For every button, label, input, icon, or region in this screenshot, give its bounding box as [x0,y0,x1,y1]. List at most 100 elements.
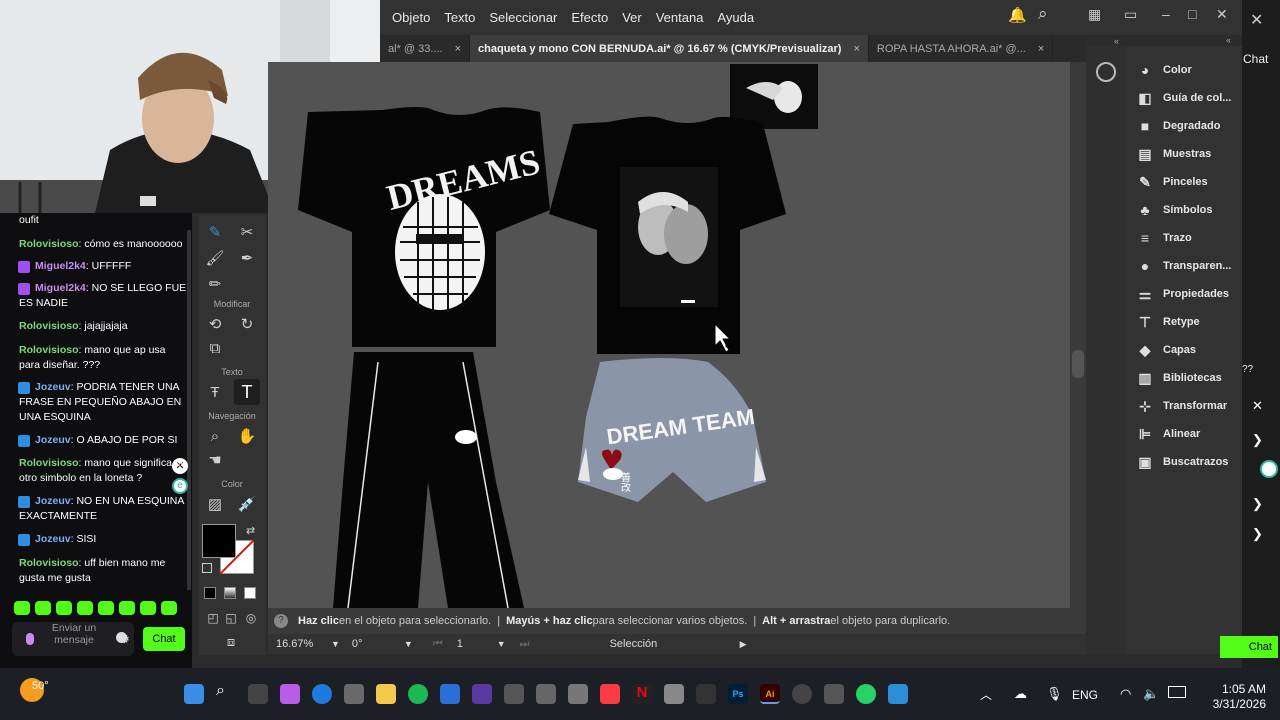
menu-objeto[interactable]: Objeto [385,10,437,25]
extension-icon[interactable] [1260,460,1278,478]
chevron-down-icon[interactable]: ▼ [331,639,340,649]
collapse-panels-icon[interactable]: « [1226,35,1231,45]
close-tab-icon[interactable]: × [1038,43,1044,55]
cloud-icon[interactable]: ☁ [1014,686,1027,702]
panel-item-5[interactable]: ✎ Pinceles [1136,174,1208,190]
close-icon[interactable]: ✕ [1252,398,1263,414]
chat-scrollbar[interactable] [187,230,191,590]
chat-username[interactable]: Rolovisioso [19,238,79,250]
chat-username[interactable]: Jozeuv [35,495,71,507]
panel-item-3[interactable]: ■ Degradado [1136,118,1221,134]
draw-behind-icon[interactable]: ◱ [220,607,242,629]
menu-texto[interactable]: Texto [437,10,482,25]
chat-username[interactable]: Miguel2k4 [35,282,86,294]
panel-item-6[interactable]: ♣ Símbolos [1136,202,1212,218]
puppet-warp-icon[interactable]: ⧉ [204,337,226,359]
app-icon[interactable] [504,684,524,704]
arrange-icon[interactable]: ▭ [1124,6,1137,23]
panel-item-7[interactable]: ≡ Trazo [1136,230,1192,246]
chat-username[interactable]: Rolovisioso [19,344,79,356]
chat-username[interactable]: Rolovisioso [19,557,79,569]
emote-icon[interactable] [77,601,93,615]
calculator-icon[interactable] [664,684,684,704]
menu-ventana[interactable]: Ventana [649,10,711,25]
panel-item-8[interactable]: ● Transparen... [1136,258,1232,274]
illustrator-icon[interactable]: Ai [760,684,780,704]
edge-icon[interactable] [312,684,332,704]
battery-icon[interactable] [1168,686,1186,698]
whatsapp-icon[interactable] [856,684,876,704]
file-explorer-icon[interactable] [376,684,396,704]
default-colors-icon[interactable] [202,563,212,573]
screen-mode-icon[interactable]: ⧈ [220,631,242,653]
brush-icon[interactable]: 🖌 [204,247,226,269]
volume-icon[interactable]: 🔈 [1143,686,1159,702]
music-icon[interactable] [600,684,620,704]
app-icon[interactable] [888,684,908,704]
chat-username[interactable]: Jozeuv [35,434,71,446]
workspace-icon[interactable]: ▦ [1088,6,1101,23]
panel-item-4[interactable]: ▤ Muestras [1136,146,1211,162]
chat-send-button[interactable]: Chat [143,627,185,651]
maximize-icon[interactable]: □ [1188,6,1196,22]
reshape-icon[interactable]: ⟲ [204,313,226,335]
chat-username[interactable]: Rolovisioso [19,320,79,332]
chat-username[interactable]: Miguel2k4 [35,260,86,272]
artboard-number[interactable]: 1 [457,638,497,650]
emote-icon[interactable] [56,601,72,615]
fill-swatch[interactable] [202,524,236,558]
rotation-value[interactable]: 0° [352,638,404,650]
chat-username[interactable]: Rolovisioso [19,457,79,469]
panel-item-1[interactable]: ◕ Color [1136,62,1192,78]
bell-icon[interactable]: 🔔 [1008,6,1027,24]
emote-icon[interactable] [119,601,135,615]
pencil-icon[interactable]: ✏ [204,273,226,295]
panel-item-11[interactable]: ◆ Capas [1136,342,1196,358]
emote-icon[interactable] [14,601,30,615]
scissors-icon[interactable]: ✂ [236,221,258,243]
close-window-icon[interactable]: ✕ [1216,6,1228,23]
close-icon[interactable]: ✕ [1250,10,1263,30]
gradient-mode-icon[interactable] [224,587,236,599]
zoom-level[interactable]: 16.67% [276,638,331,650]
spotify-icon[interactable] [408,684,428,704]
artboard-canvas[interactable]: DREAMS DREAM TEAM 善改 [268,62,1070,608]
app-icon[interactable] [472,684,492,704]
chevron-right-icon[interactable]: ❯ [1252,526,1263,542]
color-mode-icon[interactable] [204,587,216,599]
netflix-icon[interactable]: N [632,684,652,704]
collapse-icon[interactable]: « [1114,36,1119,46]
microphone-icon[interactable]: 🎙 [1046,686,1063,702]
copilot-icon[interactable] [280,684,300,704]
tshirt-dreams[interactable]: DREAMS [298,107,550,347]
panel-item-12[interactable]: ▥ Bibliotecas [1136,370,1221,386]
type-tool-icon[interactable]: T [234,379,260,405]
minimize-icon[interactable]: – [1162,6,1170,22]
chat-input[interactable]: Enviar un mensaje [12,622,134,656]
first-artboard-icon[interactable]: ⏮ [433,638,443,651]
task-view-icon[interactable] [248,684,268,704]
tshirt-portrait[interactable] [549,116,786,354]
blob-brush-icon[interactable]: ✒ [236,247,258,269]
canvas-vertical-scrollbar[interactable] [1070,62,1086,634]
chevron-down-icon[interactable]: ▼ [497,639,506,649]
settings-icon[interactable] [824,684,844,704]
obs-icon[interactable] [792,684,812,704]
panel-item-10[interactable]: ⊤ Retype [1136,314,1200,330]
start-icon[interactable] [184,684,204,704]
emote-icon[interactable] [140,601,156,615]
libraries-icon[interactable] [1096,62,1116,82]
paintbrush-icon[interactable]: ✎ [204,221,226,243]
chevron-down-icon[interactable]: ▼ [404,639,413,649]
store-icon[interactable] [344,684,364,704]
menu-efecto[interactable]: Efecto [564,10,615,25]
shield-icon[interactable] [440,684,460,704]
tab-document-2[interactable]: chaqueta y mono CON BERNUDA.ai* @ 16.67 … [470,35,869,62]
menu-ver[interactable]: Ver [615,10,649,25]
tab-document-1[interactable]: al* @ 33.... × [380,35,471,62]
panel-item-9[interactable]: ⚌ Propiedades [1136,286,1229,302]
wifi-icon[interactable]: ◠ [1120,686,1131,702]
close-tab-icon[interactable]: × [853,43,859,55]
language-indicator[interactable]: ENG [1072,688,1098,702]
emote-icon[interactable] [161,601,177,615]
